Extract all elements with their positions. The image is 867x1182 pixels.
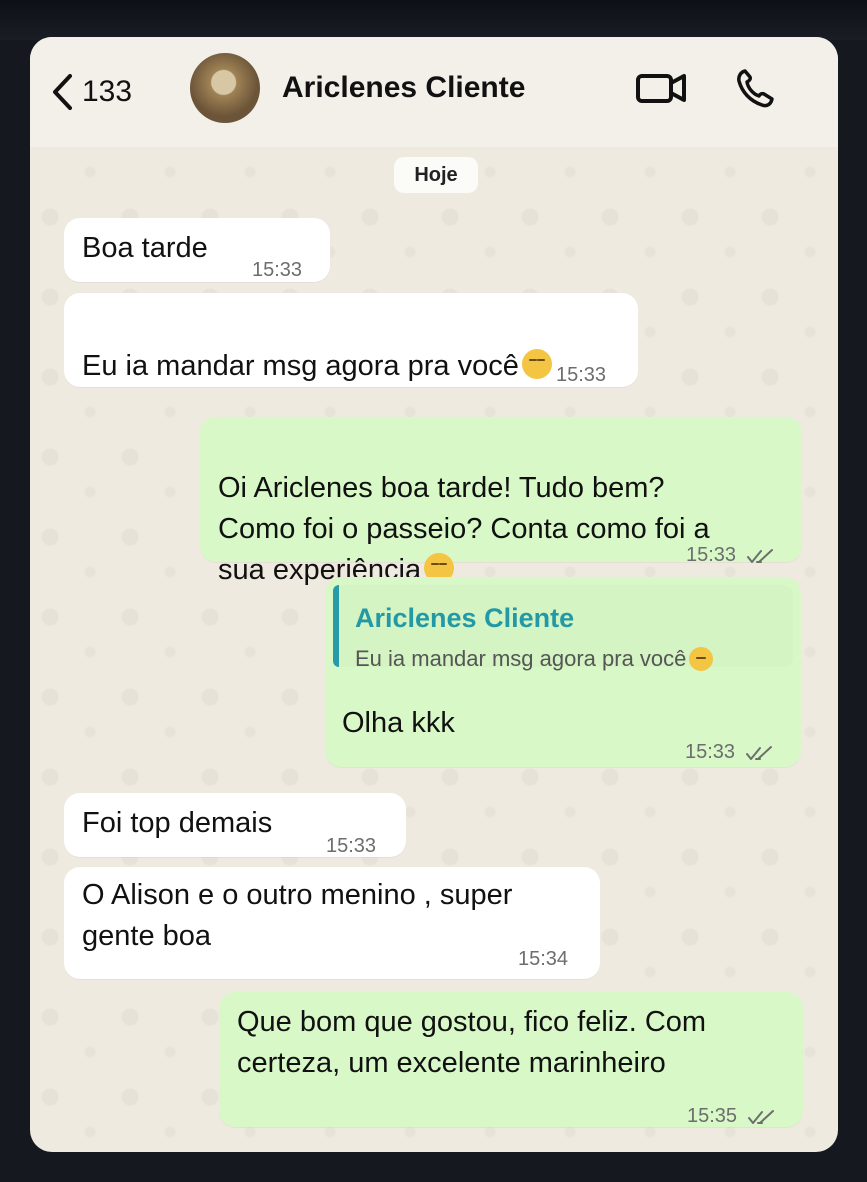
quoted-author: Ariclenes Cliente — [355, 603, 575, 633]
message-time: 15:33 — [685, 732, 773, 773]
message-text: Boa tarde — [82, 232, 208, 264]
message-time-text: 15:33 — [686, 544, 737, 566]
quoted-message[interactable]: Ariclenes Cliente Eu ia mandar msg agora… — [333, 585, 793, 671]
message-text: Que bom que gostou, fico feliz. Com cert… — [237, 1006, 707, 1079]
chat-header: 133 Ariclenes Cliente — [30, 37, 838, 147]
outgoing-message[interactable]: Que bom que gostou, fico feliz. Com cert… — [219, 992, 803, 1127]
incoming-message[interactable]: Boa tarde 15:33 — [64, 218, 330, 282]
back-button[interactable]: 133 — [50, 72, 132, 112]
quoted-text-content: Eu ia mandar msg agora pra você — [355, 646, 687, 671]
double-check-icon — [746, 548, 773, 563]
double-check-icon — [745, 745, 772, 760]
screen-top-edge — [0, 0, 867, 40]
smiling-face-emoji-icon — [689, 647, 714, 671]
incoming-message[interactable]: Eu ia mandar msg agora pra você 15:33 — [64, 293, 638, 387]
phone-icon[interactable] — [735, 67, 775, 109]
message-text-content: Oi Ariclenes boa tarde! Tudo bem? Como f… — [218, 472, 710, 586]
message-time: 15:33 — [686, 535, 774, 576]
message-time: 15:33 — [556, 364, 607, 386]
message-text: Olha kkk — [342, 707, 455, 739]
chevron-left-icon — [53, 74, 72, 110]
quote-accent-bar — [333, 585, 339, 667]
message-text: Foi top demais — [82, 807, 273, 839]
avatar[interactable] — [190, 53, 260, 123]
video-camera-icon[interactable] — [635, 71, 687, 105]
message-text: O Alison e o outro menino , super gente … — [82, 879, 513, 952]
outgoing-message[interactable]: Oi Ariclenes boa tarde! Tudo bem? Como f… — [200, 417, 802, 586]
unread-count: 133 — [82, 75, 133, 108]
incoming-message[interactable]: Foi top demais 15:33 — [64, 793, 406, 857]
smiling-face-emoji-icon — [521, 349, 552, 379]
message-time: 15:35 — [687, 1096, 775, 1137]
message-text-content: Eu ia mandar msg agora pra você — [82, 350, 519, 382]
date-separator: Hoje — [394, 157, 478, 193]
message-time-text: 15:35 — [687, 1105, 738, 1127]
double-check-icon — [747, 1109, 774, 1124]
message-time-text: 15:33 — [685, 741, 736, 763]
message-text: Eu ia mandar msg agora pra você — [82, 305, 552, 387]
contact-name[interactable]: Ariclenes Cliente — [282, 71, 525, 105]
message-time: 15:34 — [518, 948, 569, 970]
message-time: 15:33 — [326, 835, 377, 857]
incoming-message[interactable]: O Alison e o outro menino , super gente … — [64, 867, 600, 979]
message-time: 15:33 — [252, 259, 303, 281]
outgoing-reply-message[interactable]: Ariclenes Cliente Eu ia mandar msg agora… — [325, 577, 801, 767]
quoted-text: Eu ia mandar msg agora pra você — [355, 638, 714, 679]
chat-screen: 133 Ariclenes Cliente Hoje Boa tarde 15:… — [30, 37, 838, 1152]
